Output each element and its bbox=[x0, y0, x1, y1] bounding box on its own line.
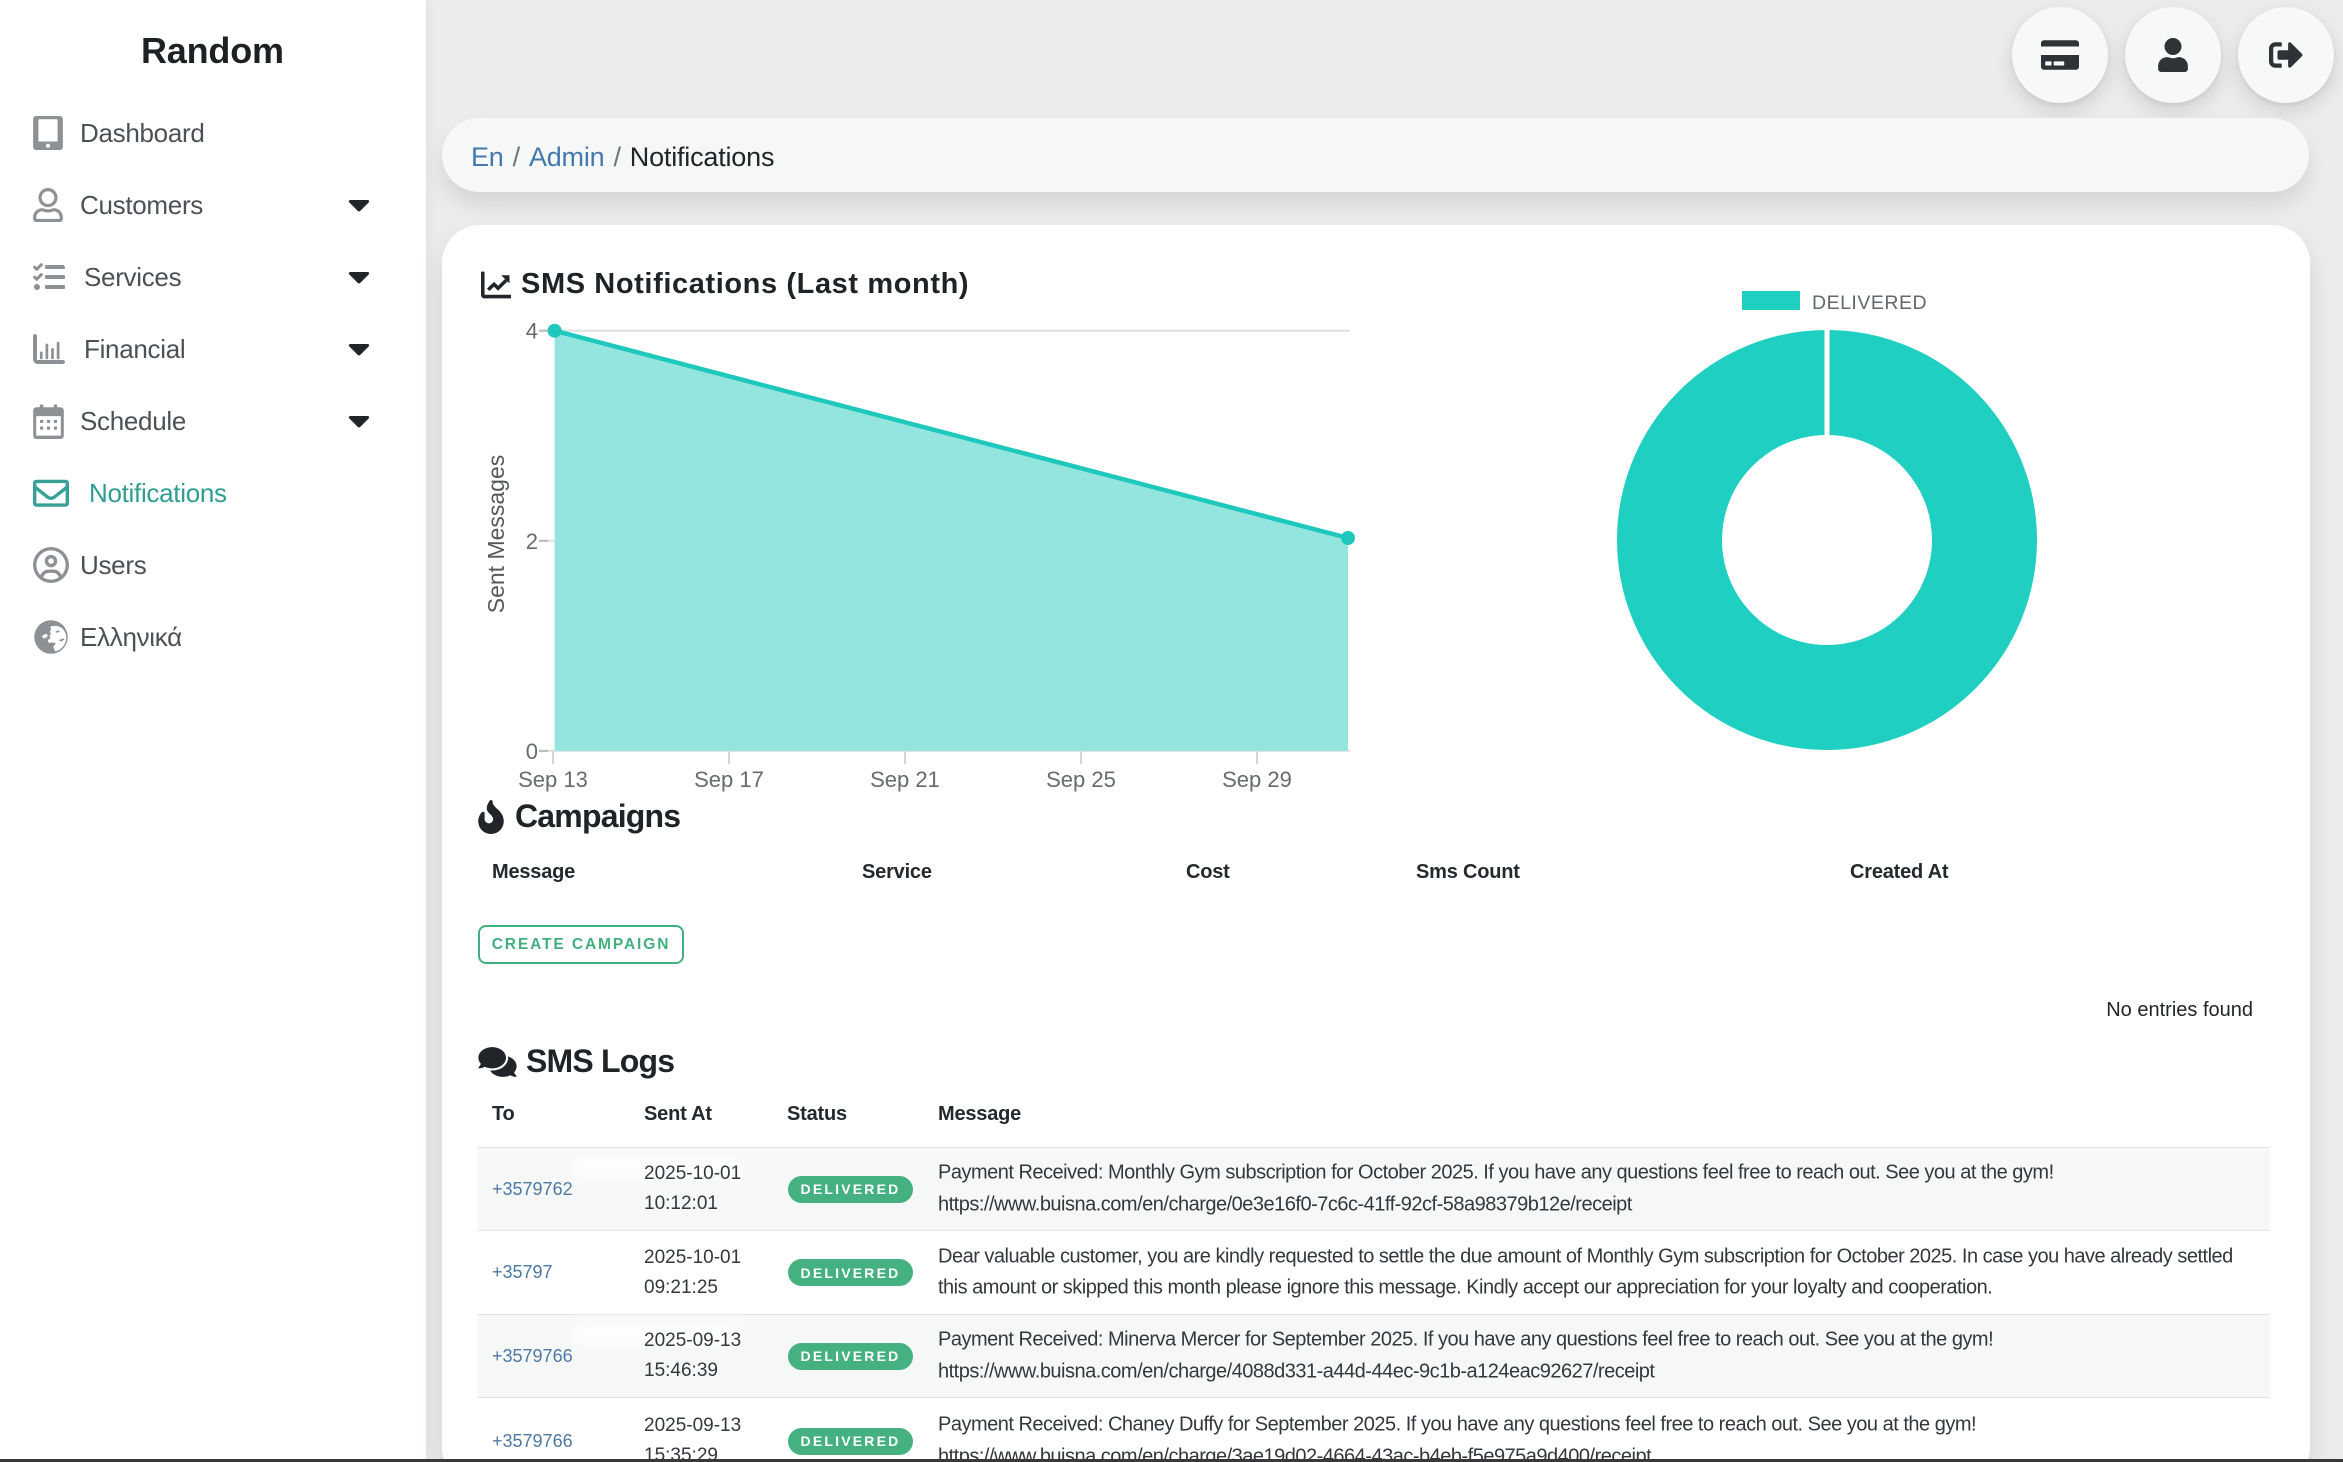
svg-text:4: 4 bbox=[526, 319, 538, 344]
svg-text:Sep 29: Sep 29 bbox=[1222, 767, 1292, 792]
svg-text:DELIVERED: DELIVERED bbox=[1812, 292, 1927, 314]
svg-text:Sep 17: Sep 17 bbox=[694, 767, 764, 792]
svg-text:Sep 21: Sep 21 bbox=[870, 767, 940, 792]
svg-text:2: 2 bbox=[526, 529, 538, 554]
svg-text:Sep 13: Sep 13 bbox=[518, 767, 588, 792]
svg-text:Sep 25: Sep 25 bbox=[1046, 767, 1116, 792]
svg-text:0: 0 bbox=[526, 739, 538, 764]
svg-text:Sent Messages: Sent Messages bbox=[483, 455, 509, 614]
